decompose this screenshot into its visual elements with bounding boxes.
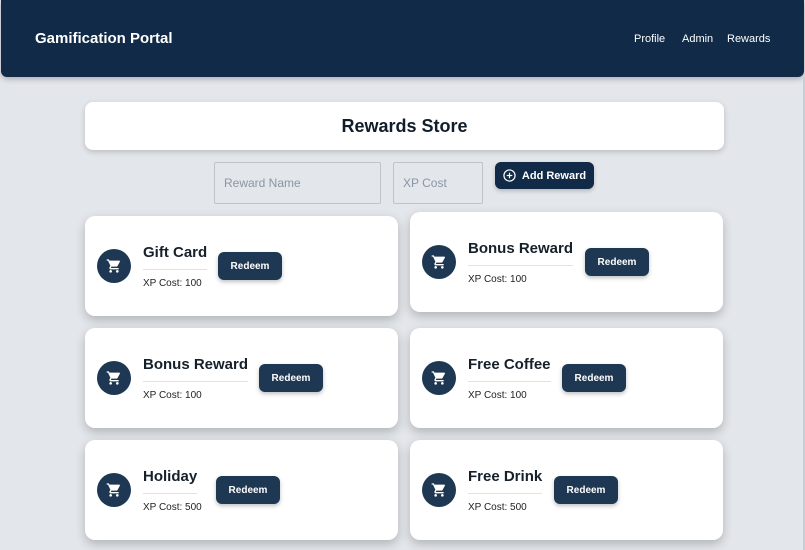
- nav-link-rewards[interactable]: Rewards: [727, 33, 770, 45]
- brand-title[interactable]: Gamification Portal: [35, 30, 173, 47]
- reward-title: Bonus Reward: [143, 356, 249, 382]
- reward-title: Bonus Reward: [468, 240, 574, 266]
- reward-xp-cost: XP Cost: 100: [143, 278, 202, 289]
- cart-icon: [422, 245, 456, 279]
- redeem-button[interactable]: Redeem: [562, 364, 626, 392]
- reward-card: Free Coffee XP Cost: 100 Redeem: [410, 328, 723, 428]
- xp-cost-input[interactable]: [393, 162, 483, 204]
- reward-card: Bonus Reward XP Cost: 100 Redeem: [410, 212, 723, 312]
- cart-icon: [97, 361, 131, 395]
- reward-title: Gift Card: [143, 244, 208, 270]
- redeem-button[interactable]: Redeem: [216, 476, 280, 504]
- add-reward-label: Add Reward: [521, 169, 587, 182]
- page-title-card: Rewards Store: [85, 102, 724, 150]
- reward-card: Bonus Reward XP Cost: 100 Redeem: [85, 328, 398, 428]
- cart-icon: [422, 473, 456, 507]
- add-reward-button[interactable]: Add Reward: [495, 162, 594, 189]
- reward-xp-cost: XP Cost: 100: [468, 390, 527, 401]
- top-navbar: Gamification Portal Profile Admin Reward…: [1, 0, 804, 77]
- reward-card: Free Drink XP Cost: 500 Redeem: [410, 440, 723, 540]
- reward-card: Gift Card XP Cost: 100 Redeem: [85, 216, 398, 316]
- redeem-button[interactable]: Redeem: [554, 476, 618, 504]
- redeem-button[interactable]: Redeem: [585, 248, 649, 276]
- cart-icon: [97, 473, 131, 507]
- cart-icon: [422, 361, 456, 395]
- reward-card: Holiday XP Cost: 500 Redeem: [85, 440, 398, 540]
- reward-title: Holiday: [143, 468, 198, 494]
- reward-xp-cost: XP Cost: 500: [468, 502, 527, 513]
- plus-circle-icon: [503, 169, 516, 182]
- reward-xp-cost: XP Cost: 100: [143, 390, 202, 401]
- nav-link-admin[interactable]: Admin: [682, 33, 713, 45]
- redeem-button[interactable]: Redeem: [218, 252, 282, 280]
- cart-icon: [97, 249, 131, 283]
- nav-link-profile[interactable]: Profile: [634, 33, 665, 45]
- reward-title: Free Coffee: [468, 356, 551, 382]
- page-title: Rewards Store: [341, 116, 468, 136]
- reward-name-input[interactable]: [214, 162, 381, 204]
- redeem-button[interactable]: Redeem: [259, 364, 323, 392]
- reward-title: Free Drink: [468, 468, 543, 494]
- reward-xp-cost: XP Cost: 500: [143, 502, 202, 513]
- reward-xp-cost: XP Cost: 100: [468, 274, 527, 285]
